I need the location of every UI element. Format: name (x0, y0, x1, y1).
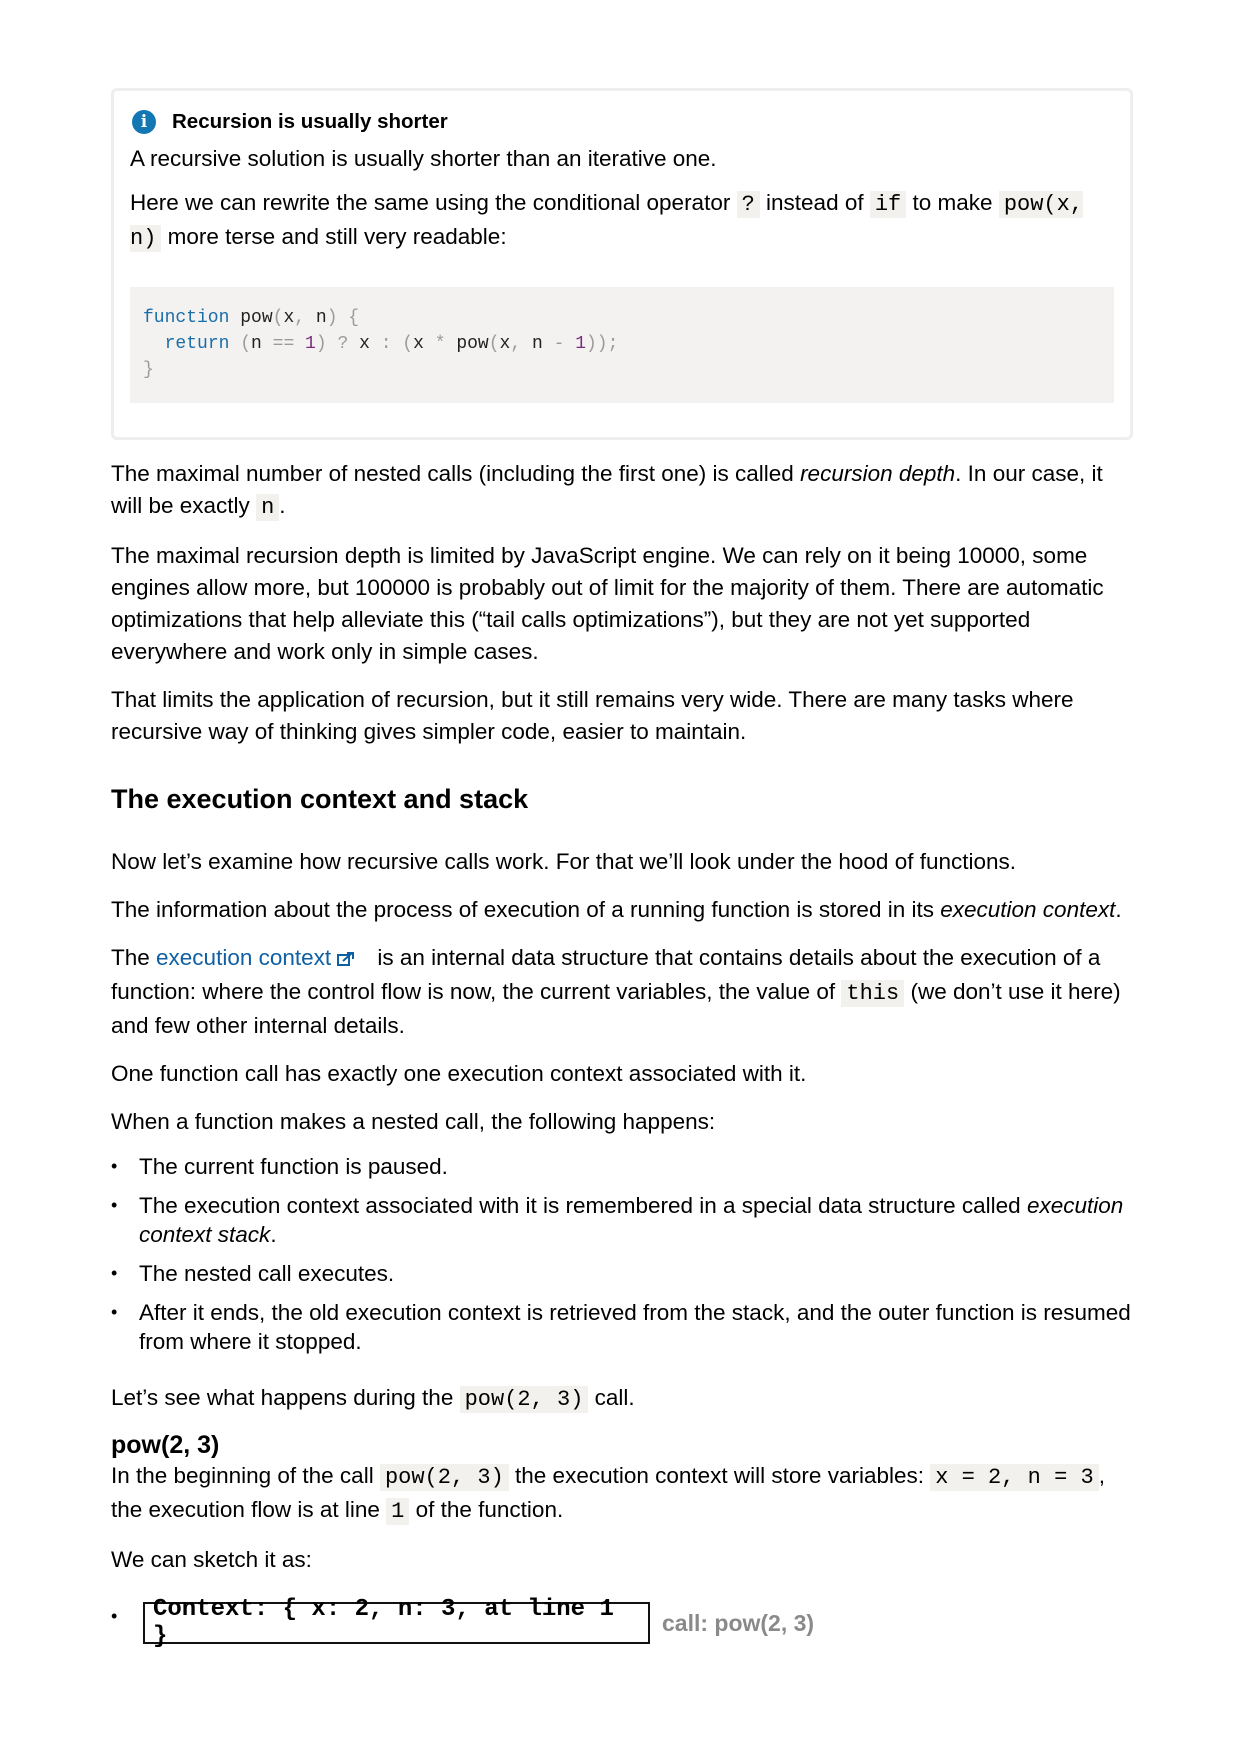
text: Let’s see what happens during the (111, 1385, 460, 1410)
paragraph-examine: Now let’s examine how recursive calls wo… (111, 849, 1017, 874)
text: . (1115, 897, 1122, 922)
code-punct: : ( (380, 334, 414, 354)
code-token: pow (445, 334, 489, 354)
context-stack-item: • Context: { x: 2, n: 3, at line 1 } cal… (111, 1596, 1131, 1650)
text: The information about the process of exe… (111, 897, 941, 922)
paragraph-depth-limit: The maximal recursion depth is limited b… (111, 543, 1104, 664)
code-number: 1 (564, 334, 586, 354)
paragraph-info: The information about the process of exe… (111, 894, 1131, 926)
inline-code: pow(2, 3) (379, 1464, 509, 1491)
paragraph-one-call: One function call has exactly one execut… (111, 1061, 807, 1086)
code-token: x (499, 334, 511, 354)
code-punct: ( (488, 334, 500, 354)
text: Here we can rewrite the same using the c… (130, 190, 737, 215)
paragraph-recursion-depth: The maximal number of nested calls (incl… (111, 458, 1131, 524)
text: to make (906, 190, 999, 215)
inline-code: 1 (386, 1498, 410, 1525)
emphasis: recursion depth (800, 461, 956, 486)
text: call. (588, 1385, 635, 1410)
code-punct: ) { (326, 308, 360, 328)
info-icon: i (132, 110, 156, 134)
paragraph-begin: In the beginning of the call pow(2, 3) t… (111, 1460, 1131, 1528)
list-item: The nested call executes. (111, 1259, 1131, 1288)
list-item: After it ends, the old execution context… (111, 1298, 1131, 1356)
code-punct: - (553, 334, 565, 354)
code-token: x (283, 308, 295, 328)
code-keyword: function (143, 308, 230, 328)
code-keyword: return (164, 334, 230, 354)
inline-code: n (256, 494, 280, 521)
text: The execution context associated with it… (139, 1193, 1027, 1218)
code-punct: == (272, 334, 295, 354)
text: The (111, 945, 157, 970)
inline-code: this (841, 980, 905, 1007)
external-link-icon[interactable] (337, 944, 357, 976)
note-paragraph-1: A recursive solution is usually shorter … (130, 146, 717, 171)
list-item: The execution context associated with it… (111, 1191, 1131, 1249)
list-item: The current function is paused. (111, 1152, 1131, 1181)
paragraph-sketch: We can sketch it as: (111, 1547, 312, 1572)
note-paragraph-2: Here we can rewrite the same using the c… (130, 187, 1114, 255)
context-call-label: call: pow(2, 3) (662, 1609, 815, 1636)
code-token: n (251, 334, 273, 354)
paragraph-application: That limits the application of recursion… (111, 687, 1074, 744)
code-number: 1 (294, 334, 316, 354)
article: i Recursion is usually shorter A recursi… (111, 88, 1133, 1650)
bullet: • (111, 1606, 118, 1626)
inline-code: if (869, 191, 907, 218)
context-box: Context: { x: 2, n: 3, at line 1 } (143, 1596, 650, 1650)
subsection-heading: pow(2, 3) (111, 1431, 220, 1459)
code-token: pow (229, 308, 273, 328)
code-block[interactable]: function pow(x, n) { return (n == 1) ? x… (130, 287, 1114, 403)
execution-context-link[interactable]: execution context (156, 945, 331, 970)
code-punct: , (510, 334, 532, 354)
text: more terse and still very readable: (161, 224, 507, 249)
inline-code: ? (736, 191, 760, 218)
code-token: n (315, 308, 327, 328)
note-header: i Recursion is usually shorter (130, 107, 1114, 137)
text: . (279, 493, 286, 518)
info-note: i Recursion is usually shorter A recursi… (111, 88, 1133, 440)
code-punct: ) ? (315, 334, 360, 354)
code-punct: , (294, 308, 316, 328)
code-token: x (359, 334, 381, 354)
text: The maximal number of nested calls (incl… (111, 461, 801, 486)
text: instead of (759, 190, 870, 215)
emphasis: execution context (940, 897, 1116, 922)
paragraph-execution-context: The execution context is an internal dat… (111, 942, 1131, 1042)
text: . (270, 1222, 277, 1247)
code-token: x (413, 334, 435, 354)
note-title: Recursion is usually shorter (172, 110, 448, 133)
paragraph-nested: When a function makes a nested call, the… (111, 1109, 716, 1134)
inline-code: x = 2, n = 3 (930, 1464, 1099, 1491)
text: the execution context will store variabl… (508, 1463, 931, 1488)
text: of the function. (409, 1497, 564, 1522)
code-punct: )); (586, 334, 619, 354)
nested-call-list: The current function is paused. The exec… (111, 1152, 1131, 1356)
code-punct: } (143, 360, 154, 380)
code-punct: ( (272, 308, 284, 328)
code-token: n (531, 334, 554, 354)
text: In the beginning of the call (111, 1463, 380, 1488)
paragraph-see: Let’s see what happens during the pow(2,… (111, 1382, 1131, 1416)
code-punct: * (434, 334, 446, 354)
code-punct: ( (229, 334, 252, 354)
section-heading: The execution context and stack (111, 784, 529, 814)
inline-code: pow(2, 3) (459, 1386, 589, 1413)
